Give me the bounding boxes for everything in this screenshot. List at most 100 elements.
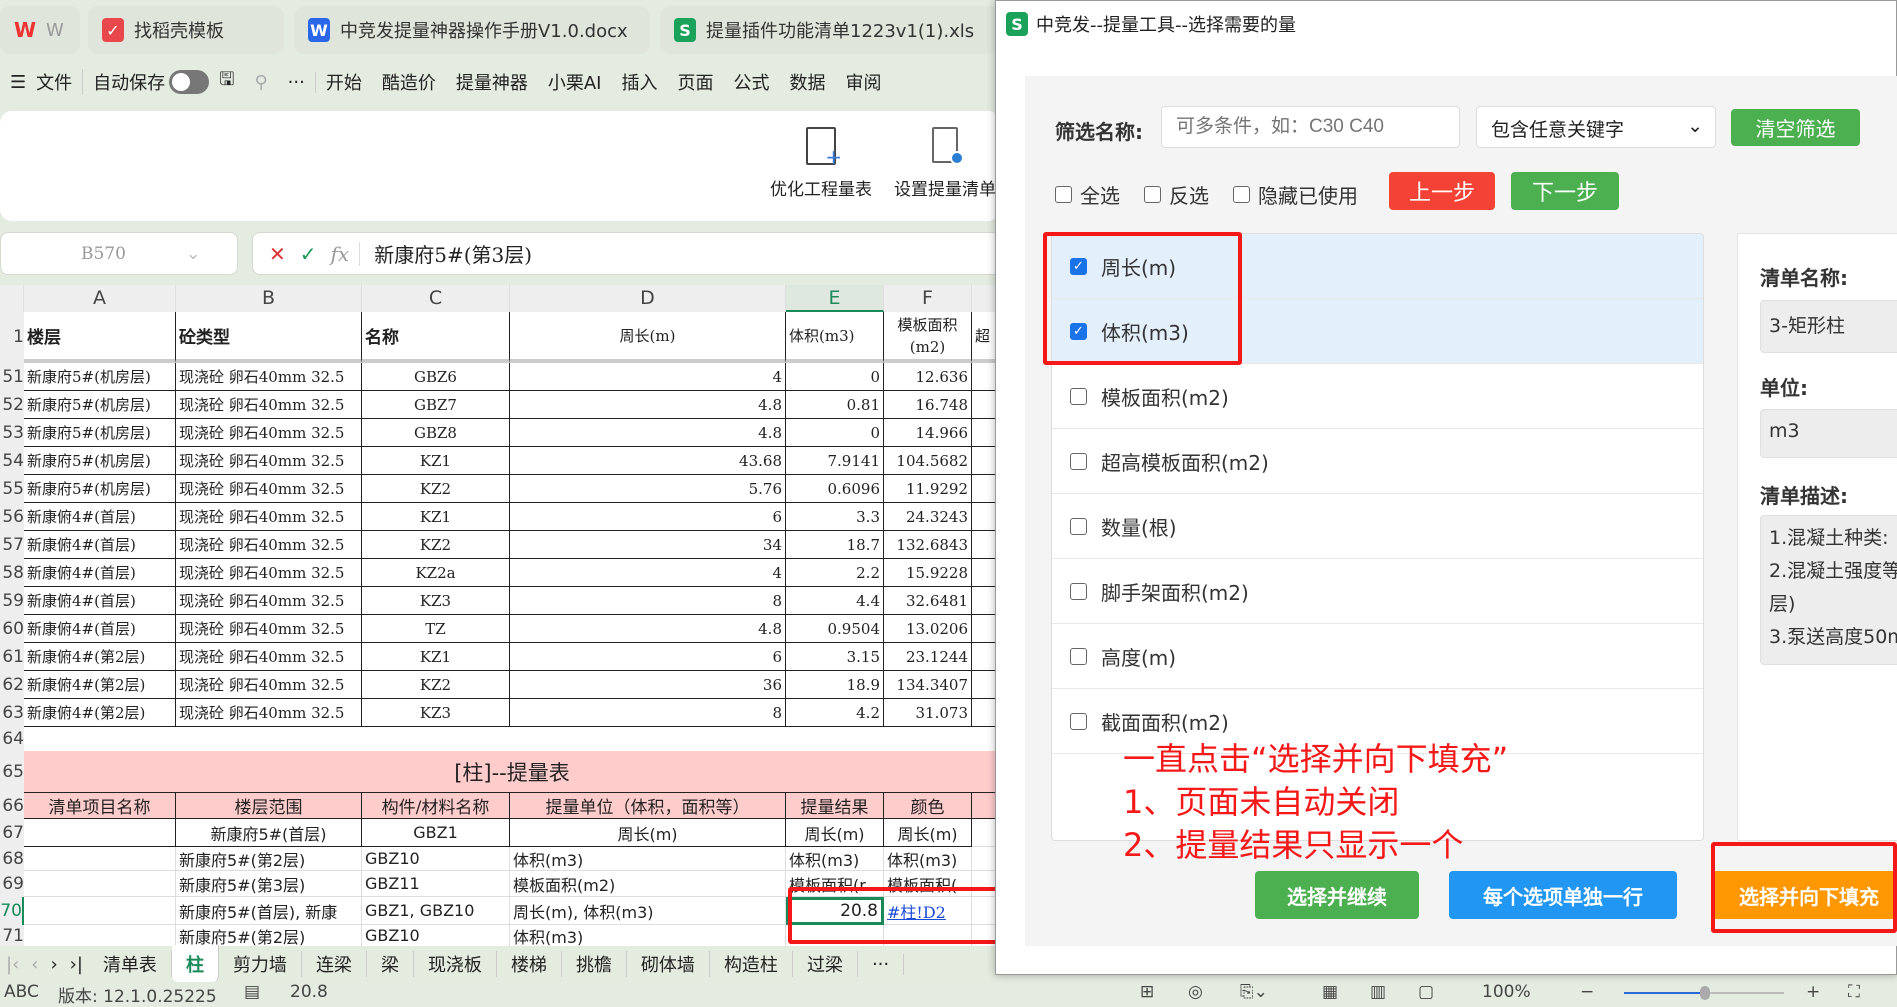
- table-cell[interactable]: 体积(m3): [884, 847, 972, 871]
- sheet-tab-6[interactable]: 楼梯: [497, 951, 562, 977]
- desc-field[interactable]: 1.混凝土种类: 2.混凝土强度等 层) 3.泵送高度50m: [1760, 515, 1897, 665]
- table-cell[interactable]: 3.3: [786, 503, 884, 531]
- format-painter-icon[interactable]: ⚲: [244, 72, 277, 93]
- hamburger-icon[interactable]: ☰: [0, 72, 36, 93]
- more-button[interactable]: ···: [278, 71, 316, 93]
- normal-view-icon[interactable]: ▦: [1322, 982, 1338, 1002]
- table-cell[interactable]: 现浇砼 卵石40mm 32.5: [176, 643, 362, 671]
- item-checkbox[interactable]: [1070, 582, 1087, 600]
- table-cell[interactable]: 现浇砼 卵石40mm 32.5: [176, 699, 362, 727]
- match-mode-select[interactable]: 包含任意关键字 ⌄: [1476, 106, 1716, 148]
- item-checkbox[interactable]: [1070, 387, 1087, 405]
- table-cell[interactable]: 周长(m), 体积(m3): [510, 897, 786, 925]
- table-cell[interactable]: 2.2: [786, 559, 884, 587]
- table-cell[interactable]: 现浇砼 卵石40mm 32.5: [176, 615, 362, 643]
- table-cell[interactable]: 132.6843: [884, 531, 972, 559]
- sheet-tab-11[interactable]: ···: [858, 953, 905, 975]
- table-cell[interactable]: 新康俯4#(首层): [24, 503, 176, 531]
- table-cell[interactable]: 体积(m3): [510, 847, 786, 871]
- table-cell[interactable]: GBZ10: [362, 925, 510, 946]
- table-cell[interactable]: 0.9504: [786, 615, 884, 643]
- column-header-F[interactable]: F: [884, 285, 972, 312]
- menu-page[interactable]: 页面: [667, 69, 723, 95]
- menu-file[interactable]: 文件: [36, 69, 84, 95]
- table-cell[interactable]: 新康府5#(第3层): [176, 871, 362, 897]
- row-number[interactable]: 56: [0, 503, 24, 531]
- next-sheet-icon[interactable]: ›: [44, 954, 63, 975]
- table-cell[interactable]: 134.3407: [884, 671, 972, 699]
- item-checkbox[interactable]: [1070, 647, 1087, 665]
- table-cell[interactable]: 现浇砼 卵石40mm 32.5: [176, 363, 362, 391]
- zoom-in-icon[interactable]: +: [1806, 982, 1820, 1002]
- column-header-D[interactable]: D: [510, 285, 786, 312]
- table-cell[interactable]: 4.8: [510, 419, 786, 447]
- prev-sheet-icon[interactable]: ‹: [25, 954, 44, 975]
- select-continue-button[interactable]: 选择并继续: [1255, 871, 1419, 919]
- row-number[interactable]: 63: [0, 699, 24, 727]
- table-cell[interactable]: 4.8: [510, 391, 786, 419]
- spreadsheet-grid[interactable]: A B C D E F 1 楼层 砼类型 名称 周长(m) 体积(m3) 模板面积(m2) 超 51 新康府5…: [0, 285, 1000, 946]
- table-cell[interactable]: 13.0206: [884, 615, 972, 643]
- sheet-tab-1[interactable]: 柱: [171, 945, 219, 983]
- item-checkbox[interactable]: [1070, 452, 1087, 470]
- row-number[interactable]: 58: [0, 559, 24, 587]
- quantity-list-item[interactable]: 模板面积(m2): [1052, 364, 1703, 429]
- row-number[interactable]: 68: [0, 847, 24, 871]
- table-cell[interactable]: 7.9141: [786, 447, 884, 475]
- setup-list-button[interactable]: 设置提量清单: [890, 127, 1000, 200]
- table-cell[interactable]: GBZ11: [362, 871, 510, 897]
- each-row-button[interactable]: 每个选项单独一行: [1449, 871, 1677, 919]
- table-cell[interactable]: 18.9: [786, 671, 884, 699]
- table-cell[interactable]: 14.966: [884, 419, 972, 447]
- quantity-list-item[interactable]: 超高模板面积(m2): [1052, 429, 1703, 494]
- row-number[interactable]: 70: [0, 897, 24, 925]
- table-cell[interactable]: 6: [510, 643, 786, 671]
- read-view-icon[interactable]: ▢: [1418, 982, 1434, 1002]
- unit-field[interactable]: m3: [1760, 409, 1897, 458]
- row-number[interactable]: 69: [0, 871, 24, 897]
- table-cell[interactable]: 8: [510, 699, 786, 727]
- table-cell[interactable]: 现浇砼 卵石40mm 32.5: [176, 391, 362, 419]
- table-cell[interactable]: 新康府5#(首层): [176, 819, 362, 847]
- table-cell[interactable]: 4: [510, 559, 786, 587]
- table-cell[interactable]: 5.76: [510, 475, 786, 503]
- corner-select-all[interactable]: [0, 285, 24, 312]
- table-cell[interactable]: 周长(m): [786, 819, 884, 847]
- tab-docer[interactable]: ✓ 找稻壳模板: [88, 6, 284, 54]
- table-cell[interactable]: 0.6096: [786, 475, 884, 503]
- row-number[interactable]: 66: [0, 793, 24, 819]
- table-cell[interactable]: 11.9292: [884, 475, 972, 503]
- table-cell[interactable]: GBZ1: [362, 819, 510, 847]
- table-cell[interactable]: 18.7: [786, 531, 884, 559]
- row-number[interactable]: 1: [0, 312, 24, 363]
- table-cell[interactable]: 现浇砼 卵石40mm 32.5: [176, 503, 362, 531]
- table-cell[interactable]: 新康府5#(第2层): [176, 925, 362, 946]
- filter-header-cell[interactable]: 周长(m): [510, 312, 786, 363]
- filter-header-cell[interactable]: 砼类型: [176, 312, 362, 363]
- invert-checkbox[interactable]: [1144, 186, 1161, 203]
- table-cell[interactable]: [24, 847, 176, 871]
- table-cell[interactable]: KZ3: [362, 699, 510, 727]
- tab-wps[interactable]: WW: [0, 6, 80, 54]
- formula-input[interactable]: ✕ ✓ fx 新康府5#(第3层): [252, 232, 1012, 275]
- table-cell[interactable]: 4.8: [510, 615, 786, 643]
- sheet-tab-5[interactable]: 现浇板: [414, 951, 497, 977]
- table-cell[interactable]: 体积(m3): [510, 925, 786, 946]
- menu-start[interactable]: 开始: [316, 69, 372, 95]
- share-icon[interactable]: ⎘⌄: [1240, 982, 1268, 1002]
- row-number[interactable]: 61: [0, 643, 24, 671]
- fx-icon[interactable]: fx: [331, 241, 361, 266]
- table-cell[interactable]: 现浇砼 卵石40mm 32.5: [176, 531, 362, 559]
- table-cell[interactable]: KZ3: [362, 587, 510, 615]
- table-cell[interactable]: 周长(m): [884, 819, 972, 847]
- table-cell[interactable]: 新康俯4#(首层): [24, 559, 176, 587]
- column-header-B[interactable]: B: [176, 285, 362, 312]
- menu-review[interactable]: 审阅: [835, 69, 891, 95]
- name-box[interactable]: B570 ⌄: [0, 232, 238, 275]
- table-cell[interactable]: 34: [510, 531, 786, 559]
- spell-icon[interactable]: ABC: [4, 982, 39, 1002]
- table-cell[interactable]: 新康俯4#(第2层): [24, 643, 176, 671]
- next-step-button[interactable]: 下一步: [1511, 172, 1619, 210]
- menu-insert[interactable]: 插入: [611, 69, 667, 95]
- table-cell[interactable]: KZ2: [362, 475, 510, 503]
